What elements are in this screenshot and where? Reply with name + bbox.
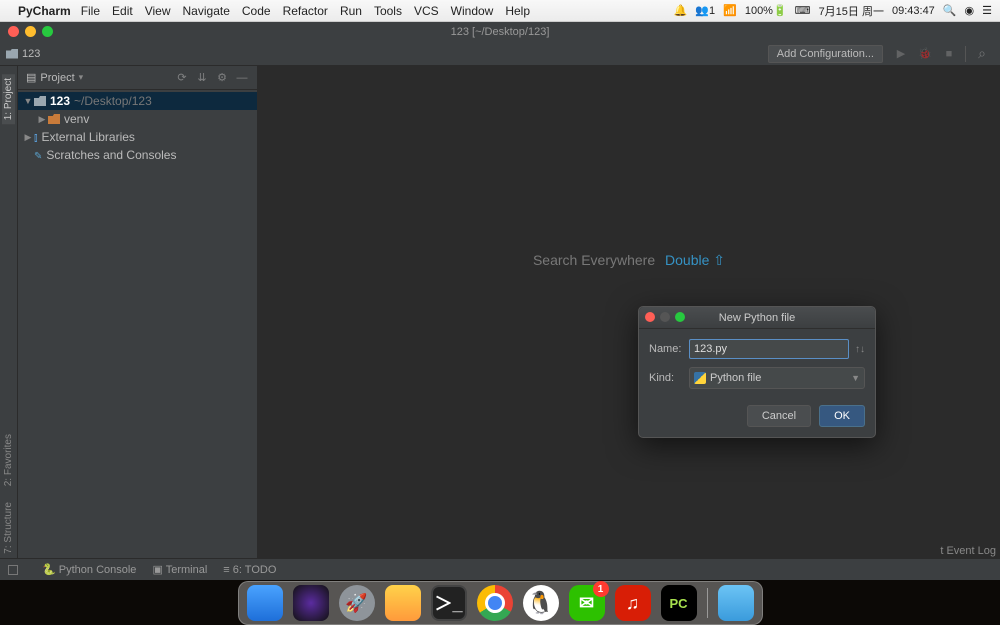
gear-icon[interactable]: ⚙ [215,71,229,85]
tree-root[interactable]: ▼ 123 ~/Desktop/123 [18,92,257,110]
dock: 🚀 ＞_ [238,581,763,625]
dock-app-finder[interactable] [247,585,283,621]
tool-windows-icon[interactable] [8,565,18,575]
mac-menubar: PyCharm File Edit View Navigate Code Ref… [0,0,1000,22]
menubar-time[interactable]: 09:43:47 [892,5,935,17]
menubar-date[interactable]: 7月15日 周一 [819,3,884,19]
name-label: Name: [649,343,689,355]
menu-view[interactable]: View [145,4,171,18]
menu-vcs[interactable]: VCS [414,4,439,18]
tab-terminal[interactable]: ▣ Terminal [152,563,207,576]
editor-area: Search Everywhere Double New Python file… [258,66,1000,558]
zoom-window-icon[interactable] [42,26,53,37]
dock-app-pycharm[interactable] [661,585,697,621]
left-tool-gutter: 1: Project 2: Favorites 7: Structure [0,66,18,558]
menu-navigate[interactable]: Navigate [183,4,230,18]
menu-tools[interactable]: Tools [374,4,402,18]
dock-app-siri[interactable] [293,585,329,621]
toolbar-separator [965,46,966,62]
library-icon [34,130,42,145]
python-icon [694,372,706,384]
name-input[interactable] [689,339,849,359]
battery-status[interactable]: 100% 🔋 [745,4,787,17]
history-icon[interactable]: ↑↓ [855,344,865,355]
dock-area: 🚀 ＞_ [0,580,1000,625]
close-window-icon[interactable] [8,26,19,37]
dialog-titlebar: New Python file [639,307,875,329]
window-traffic-lights [8,26,53,37]
input-source-icon[interactable]: ⌨ [795,4,811,17]
ok-button[interactable]: OK [819,405,865,427]
menu-window[interactable]: Window [451,4,494,18]
add-configuration-button[interactable]: Add Configuration... [768,45,883,63]
project-tool-title[interactable]: Project [40,72,74,84]
stop-icon[interactable]: ■ [941,46,957,62]
dock-app-terminal[interactable]: ＞_ [431,585,467,621]
siri-icon[interactable]: ◉ [965,4,975,17]
minimize-icon [660,312,670,322]
hide-tool-icon[interactable]: — [235,71,249,85]
dock-app-downloads[interactable] [718,585,754,621]
dock-app-chrome[interactable] [477,585,513,621]
tab-todo[interactable]: ≡ 6: TODO [223,564,276,576]
tab-python-console[interactable]: 🐍 Python Console [42,563,136,576]
notification-center-icon[interactable]: ☰ [982,4,992,17]
cancel-button[interactable]: Cancel [747,405,811,427]
bottom-toolbar: 🐍 Python Console ▣ Terminal ≡ 6: TODO [0,558,1000,580]
dock-divider [707,588,708,618]
window-titlebar: 123 [~/Desktop/123] [0,22,1000,42]
menubar-status: 🔔 👥 1 📶 100% 🔋 ⌨ 7月15日 周一 09:43:47 🔍 ◉ ☰ [674,3,992,19]
tab-structure[interactable]: 7: Structure [2,498,15,558]
dock-app-notes[interactable] [385,585,421,621]
folder-icon [34,96,46,106]
collapse-all-icon[interactable]: ⇊ [195,71,209,85]
tab-project[interactable]: 1: Project [2,74,15,124]
tree-venv[interactable]: ▶ venv [18,110,257,128]
wechat-status-icon[interactable]: 👥 1 [695,4,715,17]
folder-icon [48,114,60,124]
run-icon[interactable]: ▶ [893,46,909,62]
dock-app-netease-music[interactable] [615,585,651,621]
chevron-down-icon: ▼ [851,373,860,383]
kind-label: Kind: [649,372,689,384]
menubar-app-name[interactable]: PyCharm [18,4,71,18]
scratch-icon [34,148,46,162]
tab-event-log[interactable]: t Event Log [940,545,996,557]
hint-shortcut: Double [665,252,725,268]
wifi-icon[interactable]: 📶 [723,4,737,17]
menu-code[interactable]: Code [242,4,271,18]
menu-edit[interactable]: Edit [112,4,133,18]
spotlight-icon[interactable]: 🔍 [943,4,957,17]
project-tool-header: ▤ Project ▾ ⟳ ⇊ ⚙ — [18,66,257,90]
dock-app-launchpad[interactable]: 🚀 [339,585,375,621]
dock-app-wechat[interactable] [569,585,605,621]
menu-help[interactable]: Help [505,4,530,18]
tree-scratches[interactable]: Scratches and Consoles [18,146,257,164]
project-sidebar: ▤ Project ▾ ⟳ ⇊ ⚙ — ▼ 123 ~/Desktop/123 … [18,66,258,558]
kind-select[interactable]: Python file ▼ [689,367,865,389]
menu-run[interactable]: Run [340,4,362,18]
window-title: 123 [~/Desktop/123] [451,26,550,38]
search-icon[interactable] [974,46,990,62]
dock-app-qq[interactable] [523,585,559,621]
tab-favorites[interactable]: 2: Favorites [2,430,15,490]
folder-icon [6,49,18,59]
project-tree: ▼ 123 ~/Desktop/123 ▶ venv ▶ External Li… [18,90,257,166]
bell-icon[interactable]: 🔔 [674,4,688,17]
navigation-bar: 123 Add Configuration... ▶ 🐞 ■ [0,42,1000,66]
debug-icon[interactable]: 🐞 [917,46,933,62]
scroll-from-source-icon[interactable]: ⟳ [175,71,189,85]
dialog-title: New Python file [719,312,795,324]
minimize-window-icon[interactable] [25,26,36,37]
zoom-icon[interactable] [675,312,685,322]
search-everywhere-hint: Search Everywhere Double [258,252,1000,269]
close-icon[interactable] [645,312,655,322]
breadcrumb-root[interactable]: 123 [22,48,40,60]
tree-external-libraries[interactable]: ▶ External Libraries [18,128,257,146]
new-python-file-dialog: New Python file Name: ↑↓ Kind: Python fi… [638,306,876,438]
menu-refactor[interactable]: Refactor [283,4,328,18]
menu-file[interactable]: File [81,4,100,18]
